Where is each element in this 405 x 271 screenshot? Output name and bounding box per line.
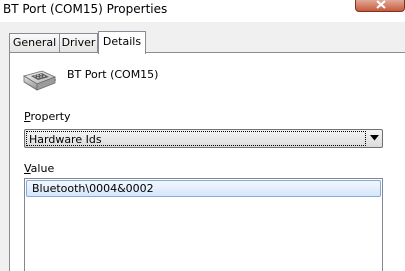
value-list[interactable]: Bluetooth\0004&0002 (24, 178, 383, 271)
device-name: BT Port (COM15) (67, 68, 159, 81)
window-title: BT Port (COM15) Properties (3, 2, 168, 16)
list-item[interactable]: Bluetooth\0004&0002 (26, 180, 381, 197)
property-label: Property (24, 110, 71, 124)
value-label: Value (24, 162, 54, 176)
dropdown-arrow-icon[interactable] (370, 135, 379, 141)
tab-strip: General Driver Details (0, 22, 405, 54)
close-icon (376, 0, 386, 9)
details-panel: BT Port (COM15) Property Hardware Ids Va… (9, 52, 405, 271)
tab-details[interactable]: Details (98, 31, 146, 54)
value-label-rest: alue (30, 162, 55, 175)
serial-port-icon (23, 70, 56, 91)
property-dropdown-value: Hardware Ids (26, 131, 366, 146)
tab-general[interactable]: General (9, 33, 60, 52)
title-bar: BT Port (COM15) Properties (0, 0, 405, 22)
property-dropdown[interactable]: Hardware Ids (24, 129, 383, 148)
properties-dialog: BT Port (COM15) Properties General Drive… (0, 0, 405, 271)
close-button[interactable] (355, 0, 405, 12)
tab-driver[interactable]: Driver (60, 33, 98, 52)
property-label-rest: roperty (30, 110, 71, 123)
value-label-access-key: V (24, 162, 31, 175)
